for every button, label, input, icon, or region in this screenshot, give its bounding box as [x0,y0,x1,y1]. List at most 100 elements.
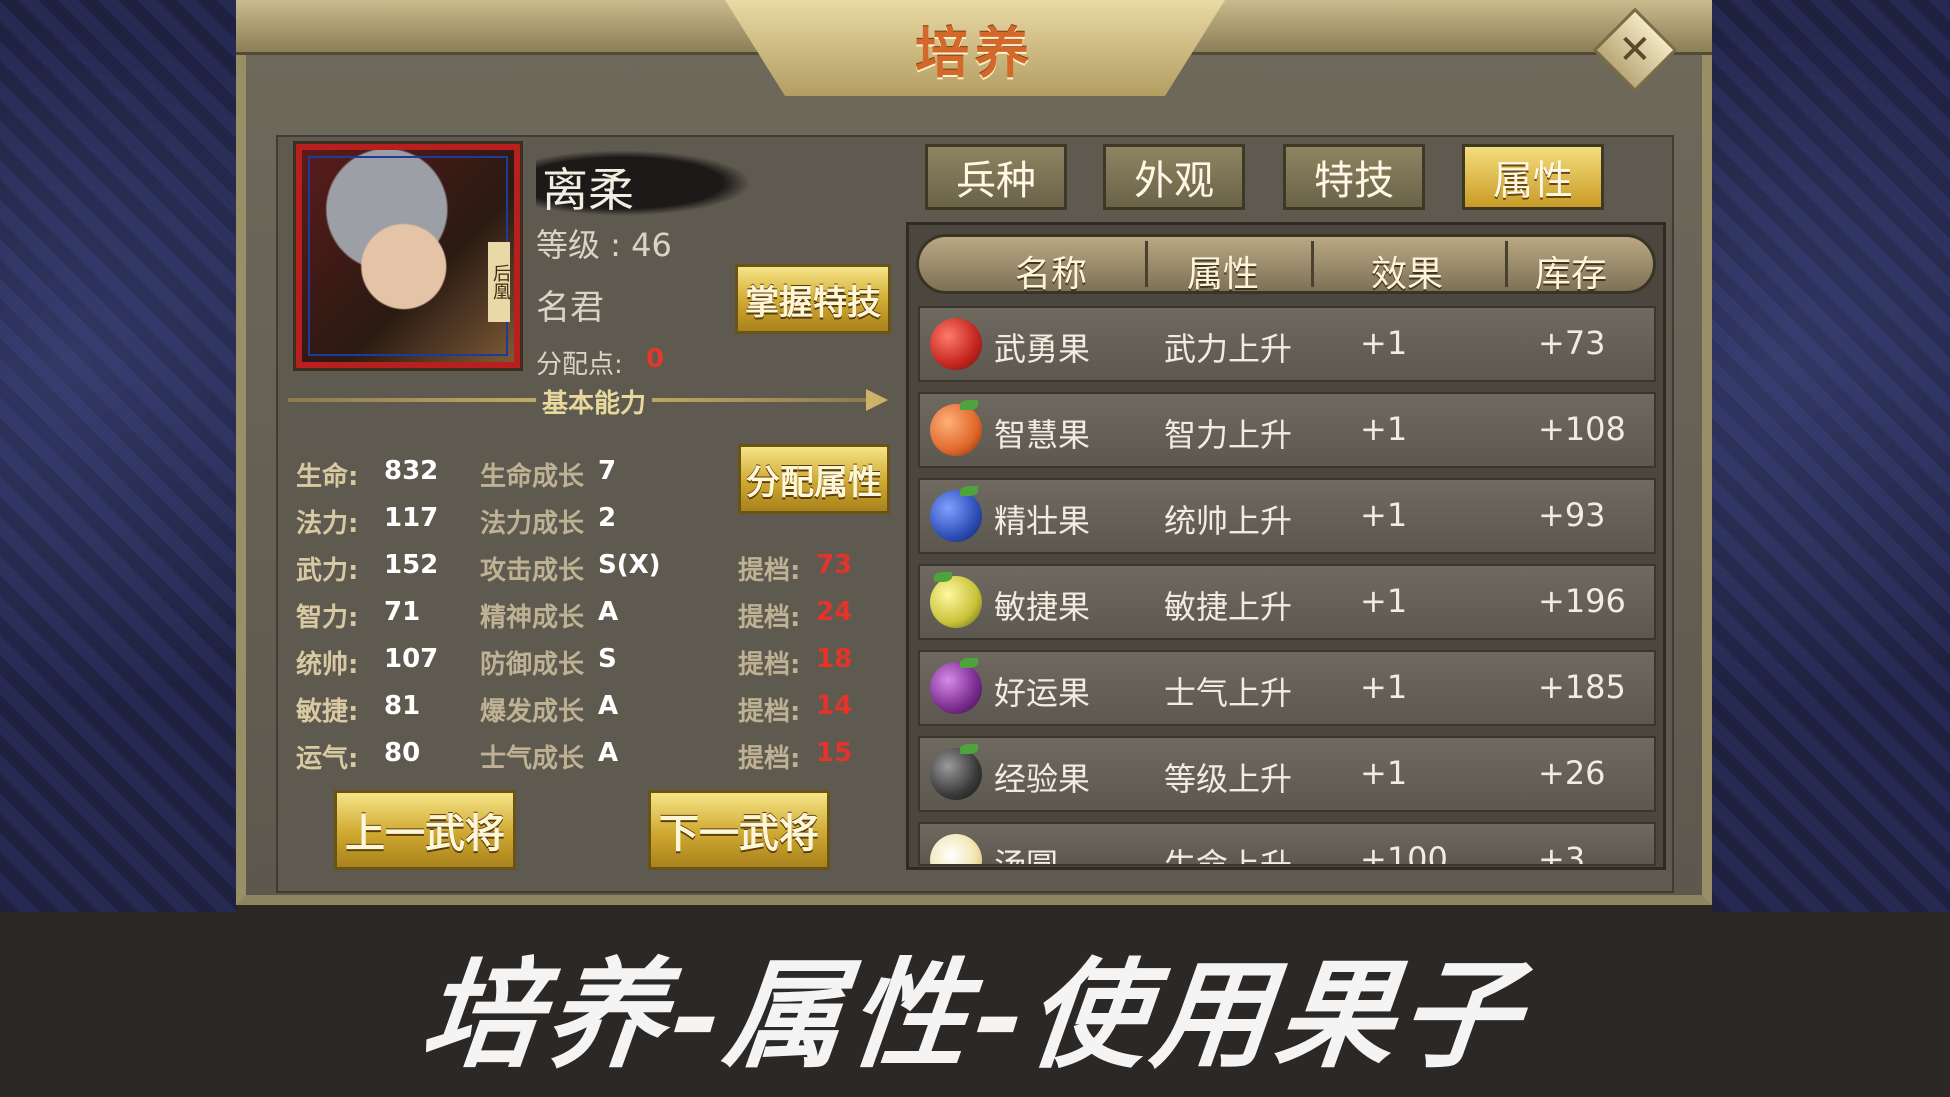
fruit-effect: +100 [1360,840,1448,866]
leaf-icon [960,400,978,410]
fruit-effect: +1 [1360,410,1408,448]
tier-label: 提档: [738,650,801,680]
stat-label: 武力: [296,556,359,586]
fruit-name: 智慧果 [994,416,1091,454]
header-name: 名称 [1015,254,1088,295]
header-divider [1311,241,1314,287]
fruit-stock: +26 [1538,754,1606,792]
points-label: 分配点: [536,350,623,380]
yellow-fruit-icon [930,572,982,628]
hero-title: 名君 [536,288,604,328]
stat-row: 生命: 832 生命成长 7 [296,456,896,496]
stat-label: 智力: [296,603,359,633]
red-fruit-icon [930,318,982,370]
fruit-stock: +196 [1538,582,1626,620]
stat-row: 法力: 117 法力成长 2 [296,503,896,543]
blue-fruit-icon [930,486,982,542]
fruit-attribute: 智力上升 [1164,416,1293,454]
header-attribute: 属性 [1187,254,1260,295]
table-header: 名称 属性 效果 库存 [916,234,1656,295]
growth-value: A [598,738,619,768]
stat-row: 运气: 80 士气成长 A 提档: 15 [296,738,896,778]
tier-label: 提档: [738,744,801,774]
stat-value: 71 [384,597,421,627]
growth-label: 攻击成长 [480,556,585,586]
hero-level: 等级 : 46 [536,226,672,264]
fruit-stock: +185 [1538,668,1626,706]
caption-band: 培养-属性-使用果子 [0,912,1950,1097]
hero-name: 离柔 [542,163,634,217]
tab-appearance[interactable]: 外观 [1103,144,1245,210]
fruit-name: 汤圆 [994,846,1059,866]
leaf-icon [960,486,978,496]
tier-value: 73 [816,550,853,580]
tier-label: 提档: [738,697,801,727]
stat-label: 法力: [296,509,359,539]
tier-value: 24 [816,597,853,627]
points-value: 0 [646,344,665,374]
stat-row: 智力: 71 精神成长 A 提档: 24 [296,597,896,637]
gray-fruit-icon [930,744,982,800]
orange-fruit-icon [930,400,982,456]
tab-attributes[interactable]: 属性 [1462,144,1604,210]
hero-portrait: 后凰 [293,141,523,371]
growth-value: 2 [598,503,617,533]
master-skill-button[interactable]: 掌握特技 [735,264,891,334]
table-row[interactable]: 武勇果 武力上升 +1 +73 [918,306,1656,382]
tier-value: 18 [816,644,853,674]
fruit-name: 好运果 [994,674,1091,712]
fruit-name: 敏捷果 [994,588,1091,626]
stat-label: 生命: [296,462,359,492]
table-row[interactable]: 汤圆 生命上升 +100 +3 [918,822,1656,866]
header-effect: 效果 [1371,254,1444,295]
tier-label: 提档: [738,603,801,633]
growth-label: 爆发成长 [480,697,585,727]
growth-label: 精神成长 [480,603,585,633]
arrow-head-icon [866,389,888,411]
tab-skills[interactable]: 特技 [1283,144,1425,210]
leaf-icon [960,744,978,754]
fruit-effect: +1 [1360,668,1408,706]
tier-label: 提档: [738,556,801,586]
stat-row: 统帅: 107 防御成长 S 提档: 18 [296,644,896,684]
tab-troop-type[interactable]: 兵种 [925,144,1067,210]
fruit-attribute: 等级上升 [1164,760,1293,798]
table-row[interactable]: 经验果 等级上升 +1 +26 [918,736,1656,812]
prev-general-button[interactable]: 上一武将 [334,790,516,870]
fruit-attribute: 士气上升 [1164,674,1293,712]
fruit-stock: +73 [1538,324,1606,362]
stat-value: 117 [384,503,439,533]
stat-value: 107 [384,644,439,674]
fruit-attribute: 统帅上升 [1164,502,1293,540]
background-left [0,0,236,912]
section-label-basic-ability: 基本能力 [536,383,653,420]
table-row[interactable]: 智慧果 智力上升 +1 +108 [918,392,1656,468]
stat-value: 152 [384,550,439,580]
header-divider [1145,241,1148,287]
growth-value: A [598,691,619,721]
header-divider [1505,241,1508,287]
leaf-icon [934,572,952,582]
leaf-icon [960,658,978,668]
fruit-name: 精壮果 [994,502,1091,540]
fruit-attribute: 武力上升 [1164,330,1293,368]
growth-label: 法力成长 [480,509,585,539]
growth-value: 7 [598,456,617,486]
stat-label: 运气: [296,744,359,774]
stat-value: 80 [384,738,421,768]
fruit-stock: +93 [1538,496,1606,534]
fruit-effect: +1 [1360,324,1408,362]
close-icon: ✕ [1618,26,1652,73]
tier-value: 14 [816,691,853,721]
table-row[interactable]: 精壮果 统帅上升 +1 +93 [918,478,1656,554]
dialog-title: 培养 [915,21,1035,85]
next-general-button[interactable]: 下一武将 [648,790,830,870]
title-plaque: 培养 [725,0,1225,96]
table-row[interactable]: 好运果 士气上升 +1 +185 [918,650,1656,726]
purple-fruit-icon [930,658,982,714]
rice-ball-icon [930,834,982,864]
table-row[interactable]: 敏捷果 敏捷上升 +1 +196 [918,564,1656,640]
growth-value: A [598,597,619,627]
fruit-effect: +1 [1360,496,1408,534]
stat-row: 武力: 152 攻击成长 S(X) 提档: 73 [296,550,896,590]
